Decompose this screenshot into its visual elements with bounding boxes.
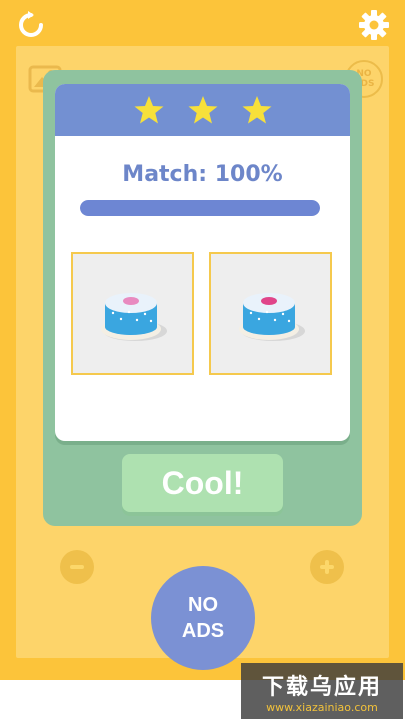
star-icon	[134, 96, 163, 124]
result-dialog: Match: 100% Cool!	[43, 70, 362, 526]
gear-icon[interactable]	[357, 8, 391, 42]
watermark-url: www.xiazainiao.com	[266, 700, 378, 714]
watermark-title: 下载乌应用	[261, 674, 382, 700]
star-icon	[188, 96, 217, 124]
minus-icon[interactable]	[60, 550, 94, 584]
target-cake-image	[71, 252, 194, 375]
stars-header	[55, 84, 350, 136]
star-icon	[242, 96, 271, 124]
player-cake-image	[209, 252, 332, 375]
refresh-icon[interactable]	[14, 8, 48, 42]
no-ads-button[interactable]: NO ADS	[151, 566, 255, 670]
result-card: Match: 100%	[55, 84, 350, 441]
no-ads-line2: ADS	[181, 620, 225, 642]
match-progress-fill	[80, 200, 320, 216]
cool-button[interactable]: Cool!	[122, 454, 283, 512]
no-ads-line1: NO	[188, 594, 218, 616]
match-score: Match: 100%	[122, 162, 283, 187]
plus-icon[interactable]	[310, 550, 344, 584]
match-progress-bar	[80, 200, 320, 216]
site-watermark: 下载乌应用 www.xiazainiao.com	[241, 663, 403, 719]
